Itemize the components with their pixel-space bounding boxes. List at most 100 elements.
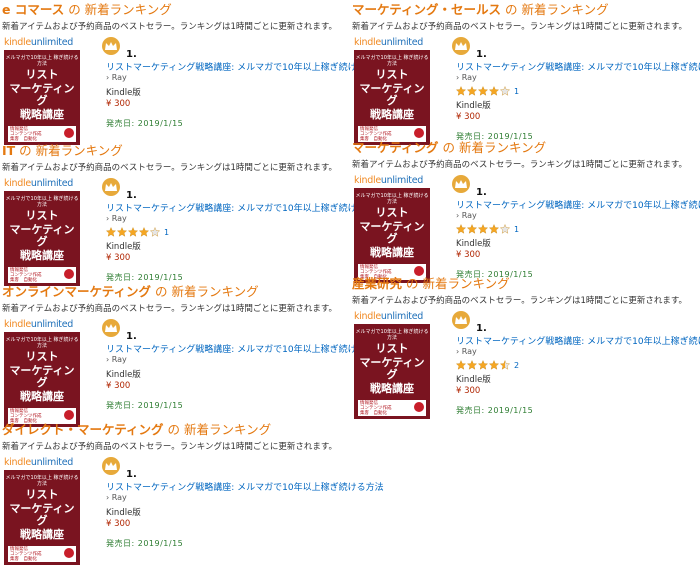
book-cover-image[interactable]: kindleunlimited メルマガで10年以上 稼ぎ続ける方法 リスト マ… — [4, 457, 80, 565]
kindle-unlimited-badge: kindleunlimited — [354, 37, 424, 48]
cover-art: メルマガで10年以上 稼ぎ続ける方法 リスト マーケティング 戦略講座 情報発信… — [354, 50, 430, 145]
panel-description: 新着アイテムおよび予約商品のベストセラー。ランキングは1時間ごとに更新されます。 — [2, 22, 338, 32]
product-title-link[interactable]: リストマーケティング戦略講座: メルマガで10年以上稼ぎ続ける方法 — [106, 342, 384, 355]
book-cover-image[interactable]: kindleunlimited メルマガで10年以上 稼ぎ続ける方法 リスト マ… — [354, 175, 430, 283]
star-icon — [117, 227, 127, 237]
ranking-panel-it: IT の 新着ランキング 新着アイテムおよび予約商品のベストセラー。ランキングは… — [2, 143, 384, 288]
format-label: Kindle版 — [456, 239, 491, 249]
kindle-unlimited-badge: kindleunlimited — [4, 319, 74, 330]
price: ¥ 300 — [456, 112, 481, 122]
ranking-label: の 新着ランキング — [167, 422, 272, 437]
panel-description: 新着アイテムおよび予約商品のベストセラー。ランキングは1時間ごとに更新されます。 — [352, 296, 688, 306]
category-link[interactable]: 産業研究 — [352, 276, 402, 291]
star-rating[interactable]: 2 — [456, 360, 519, 370]
format-label: Kindle版 — [106, 88, 141, 98]
seal-icon — [414, 128, 424, 138]
ranking-entry: kindleunlimited メルマガで10年以上 稼ぎ続ける方法 リスト マ… — [352, 175, 700, 285]
panel-description: 新着アイテムおよび予約商品のベストセラー。ランキングは1時間ごとに更新されます。 — [352, 160, 688, 170]
product-title-link[interactable]: リストマーケティング戦略講座: メルマガで10年以上稼ぎ続ける方法 — [106, 201, 384, 214]
release-date: 発売日: 2019/1/15 — [106, 119, 184, 128]
ranking-entry: kindleunlimited メルマガで10年以上 稼ぎ続ける方法 リスト マ… — [2, 37, 384, 147]
star-icon — [478, 360, 488, 370]
star-icon — [150, 227, 160, 237]
cover-art: メルマガで10年以上 稼ぎ続ける方法 リスト マーケティング 戦略講座 情報発信… — [4, 50, 80, 145]
product-title-link[interactable]: リストマーケティング戦略講座: メルマガで10年以上稼ぎ続ける方法 — [456, 334, 700, 347]
review-count[interactable]: 1 — [514, 87, 519, 96]
review-count[interactable]: 1 — [514, 225, 519, 234]
author-link[interactable]: › Ray — [456, 73, 477, 82]
ranking-panel-marketing-sales: マーケティング・セールス の 新着ランキング 新着アイテムおよび予約商品のベスト… — [352, 2, 700, 147]
crown-medal-icon — [452, 175, 470, 193]
star-icon — [500, 360, 510, 370]
product-title-link[interactable]: リストマーケティング戦略講座: メルマガで10年以上稼ぎ続ける方法 — [456, 60, 700, 73]
product-title-link[interactable]: リストマーケティング戦略講座: メルマガで10年以上稼ぎ続ける方法 — [106, 60, 384, 73]
star-icon — [456, 224, 466, 234]
category-link[interactable]: マーケティング — [352, 140, 439, 155]
category-link[interactable]: e コマース — [2, 2, 64, 17]
price: ¥ 300 — [456, 386, 481, 396]
rank-number: 1. — [476, 323, 487, 334]
format-label: Kindle版 — [106, 508, 141, 518]
author-link[interactable]: › Ray — [106, 214, 127, 223]
author-link[interactable]: › Ray — [106, 493, 127, 502]
author-link[interactable]: › Ray — [456, 347, 477, 356]
star-icon — [500, 224, 510, 234]
seal-icon — [64, 269, 74, 279]
ranking-panel-ecommerce: e コマース の 新着ランキング 新着アイテムおよび予約商品のベストセラー。ラン… — [2, 2, 384, 147]
product-title-link[interactable]: リストマーケティング戦略講座: メルマガで10年以上稼ぎ続ける方法 — [456, 198, 700, 211]
star-icon — [500, 86, 510, 96]
book-cover-image[interactable]: kindleunlimited メルマガで10年以上 稼ぎ続ける方法 リスト マ… — [354, 311, 430, 419]
panel-title: e コマース の 新着ランキング — [2, 2, 342, 18]
ranking-label: の 新着ランキング — [505, 2, 609, 17]
kindle-unlimited-badge: kindleunlimited — [4, 178, 74, 189]
seal-icon — [64, 410, 74, 420]
book-cover-image[interactable]: kindleunlimited メルマガで10年以上 稼ぎ続ける方法 リスト マ… — [4, 178, 80, 286]
star-rating[interactable]: 1 — [456, 86, 519, 96]
crown-medal-icon — [452, 311, 470, 329]
price: ¥ 300 — [106, 99, 131, 109]
ranking-entry: kindleunlimited メルマガで10年以上 稼ぎ続ける方法 リスト マ… — [2, 457, 384, 567]
category-link[interactable]: ダイレクト・マーケティング — [2, 422, 164, 437]
author-link[interactable]: › Ray — [456, 211, 477, 220]
star-icon — [478, 86, 488, 96]
release-date: 発売日: 2019/1/15 — [106, 401, 184, 410]
author-link[interactable]: › Ray — [106, 355, 127, 364]
ranking-panel-direct-marketing: ダイレクト・マーケティング の 新着ランキング 新着アイテムおよび予約商品のベス… — [2, 422, 384, 567]
category-link[interactable]: マーケティング・セールス — [352, 2, 501, 17]
panel-title: マーケティング・セールス の 新着ランキング — [352, 2, 692, 18]
panel-title: マーケティング の 新着ランキング — [352, 140, 692, 156]
star-rating[interactable]: 1 — [106, 227, 169, 237]
kindle-unlimited-badge: kindleunlimited — [4, 37, 74, 48]
format-label: Kindle版 — [106, 370, 141, 380]
book-cover-image[interactable]: kindleunlimited メルマガで10年以上 稼ぎ続ける方法 リスト マ… — [4, 37, 80, 145]
crown-medal-icon — [452, 37, 470, 55]
price: ¥ 300 — [106, 519, 131, 529]
format-label: Kindle版 — [106, 242, 141, 252]
ranking-label: の 新着ランキング — [406, 276, 510, 291]
ranking-panel-marketing: マーケティング の 新着ランキング 新着アイテムおよび予約商品のベストセラー。ラ… — [352, 140, 700, 285]
book-cover-image[interactable]: kindleunlimited メルマガで10年以上 稼ぎ続ける方法 リスト マ… — [4, 319, 80, 427]
ranking-panel-industry-research: 産業研究 の 新着ランキング 新着アイテムおよび予約商品のベストセラー。ランキン… — [352, 276, 700, 421]
ranking-entry: kindleunlimited メルマガで10年以上 稼ぎ続ける方法 リスト マ… — [2, 178, 384, 288]
star-rating[interactable]: 1 — [456, 224, 519, 234]
rank-number: 1. — [126, 331, 137, 342]
author-link[interactable]: › Ray — [106, 73, 127, 82]
seal-icon — [64, 548, 74, 558]
crown-medal-icon — [102, 178, 120, 196]
seal-icon — [414, 266, 424, 276]
cover-art: メルマガで10年以上 稼ぎ続ける方法 リスト マーケティング 戦略講座 情報発信… — [354, 324, 430, 419]
category-link[interactable]: IT — [2, 143, 15, 158]
star-icon — [489, 86, 499, 96]
category-link[interactable]: オンラインマーケティング — [2, 284, 151, 299]
kindle-unlimited-badge: kindleunlimited — [354, 175, 424, 186]
ranking-entry: kindleunlimited メルマガで10年以上 稼ぎ続ける方法 リスト マ… — [352, 311, 700, 421]
book-cover-image[interactable]: kindleunlimited メルマガで10年以上 稼ぎ続ける方法 リスト マ… — [354, 37, 430, 145]
format-label: Kindle版 — [456, 375, 491, 385]
star-icon — [139, 227, 149, 237]
review-count[interactable]: 2 — [514, 361, 519, 370]
cover-art: メルマガで10年以上 稼ぎ続ける方法 リスト マーケティング 戦略講座 情報発信… — [354, 188, 430, 283]
format-label: Kindle版 — [456, 101, 491, 111]
product-title-link[interactable]: リストマーケティング戦略講座: メルマガで10年以上稼ぎ続ける方法 — [106, 480, 384, 493]
crown-medal-icon — [102, 37, 120, 55]
review-count[interactable]: 1 — [164, 228, 169, 237]
